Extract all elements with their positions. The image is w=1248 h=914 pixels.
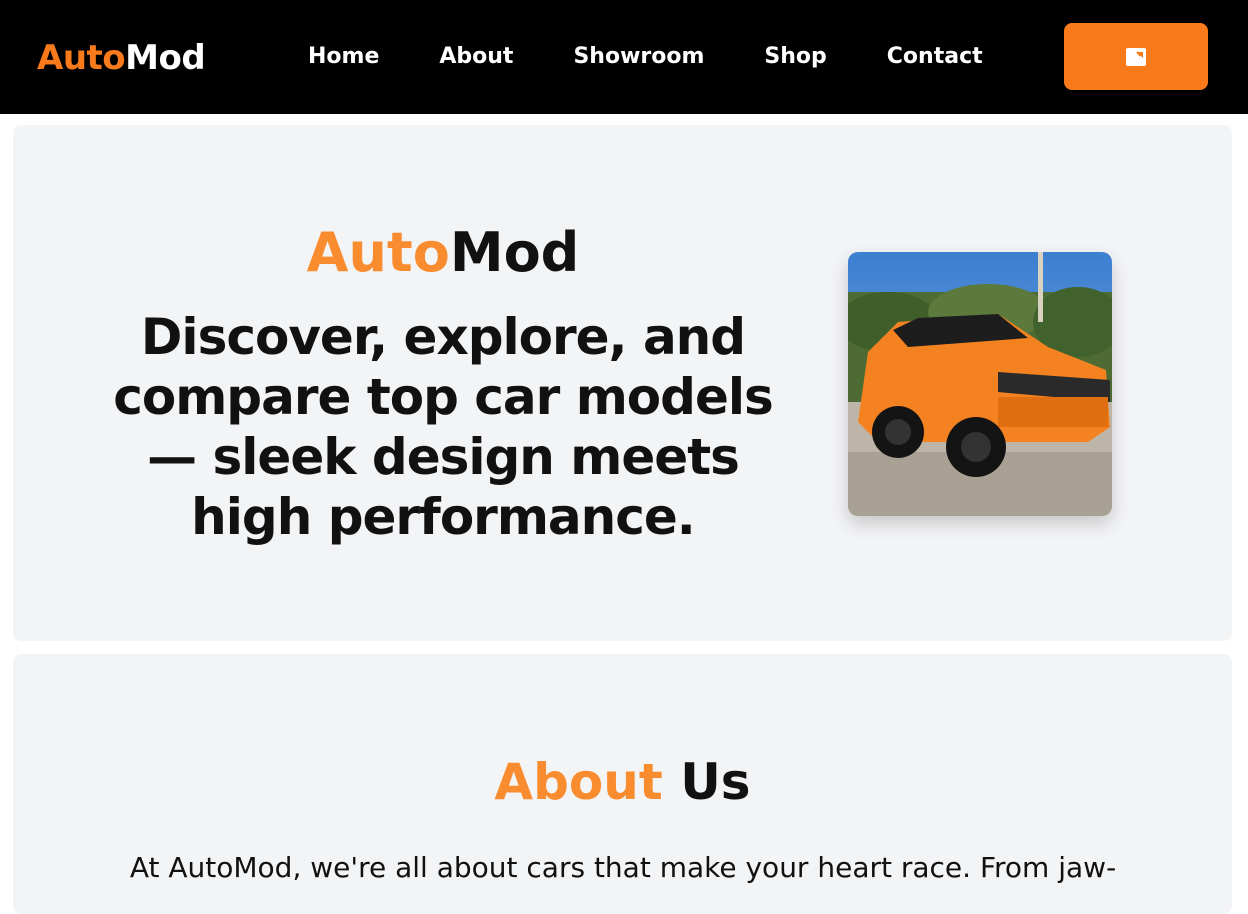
about-title-us: Us bbox=[680, 753, 751, 811]
logo-part-auto: Auto bbox=[37, 38, 126, 78]
nav-link-showroom[interactable]: Showroom bbox=[573, 42, 704, 72]
car-illustration bbox=[848, 252, 1112, 516]
logo[interactable]: AutoMod bbox=[37, 36, 206, 80]
hero-brand-auto: Auto bbox=[306, 221, 450, 284]
logo-part-mod: Mod bbox=[125, 38, 206, 78]
image-icon bbox=[1126, 47, 1146, 66]
nav-link-home[interactable]: Home bbox=[308, 42, 379, 72]
hero-brand-mod: Mod bbox=[449, 221, 580, 284]
about-title: About Us bbox=[13, 752, 1232, 812]
nav-link-about[interactable]: About bbox=[439, 42, 513, 72]
hero-car-image bbox=[848, 252, 1112, 516]
nav-links: Home About Showroom Shop Contact bbox=[308, 42, 983, 72]
nav-link-contact[interactable]: Contact bbox=[887, 42, 983, 72]
cta-button[interactable] bbox=[1064, 23, 1208, 90]
hero-section: AutoMod Discover, explore, and compare t… bbox=[13, 125, 1232, 641]
nav-link-shop[interactable]: Shop bbox=[764, 42, 826, 72]
hero-brand: AutoMod bbox=[13, 221, 873, 285]
hero-tagline: Discover, explore, and compare top car m… bbox=[113, 308, 774, 546]
about-section: About Us At AutoMod, we're all about car… bbox=[13, 654, 1232, 914]
about-text: At AutoMod, we're all about cars that ma… bbox=[129, 851, 1117, 884]
navbar: AutoMod Home About Showroom Shop Contact bbox=[0, 0, 1248, 114]
about-title-about: About bbox=[494, 753, 663, 811]
